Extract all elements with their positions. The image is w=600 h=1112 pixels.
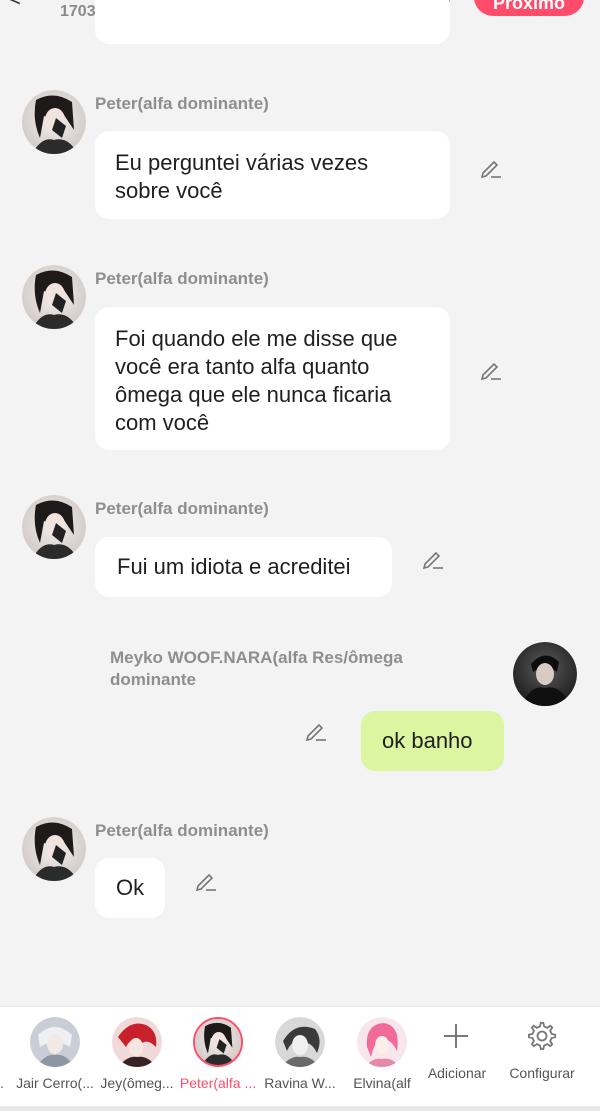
sender-name: Meyko WOOF.NARA(alfa Res/ômega dominante: [110, 647, 403, 691]
gear-icon: [527, 1021, 557, 1050]
pencil-icon[interactable]: [304, 719, 328, 743]
peter-avatar[interactable]: [22, 817, 86, 881]
message-line: Ok: [116, 875, 145, 900]
character-avatar: [193, 1017, 243, 1067]
message-bubble[interactable]: ok banho: [361, 711, 504, 771]
settings-label: Configurar: [509, 1065, 575, 1081]
character-tab[interactable]: Jair Cerro(...: [13, 1007, 97, 1107]
peter-avatar[interactable]: [22, 90, 86, 154]
plus-icon: [444, 1024, 468, 1048]
sender-name: Peter(alfa dominante): [95, 499, 269, 518]
character-avatar: [112, 1017, 162, 1067]
character-tab[interactable]: Elvina(alf: [340, 1007, 424, 1107]
bottom-edge: [0, 1106, 600, 1111]
character-bar: . Jair Cerro(... Jey(ômeg... Peter(alfa …: [0, 1006, 600, 1112]
character-label: Ravina W...: [264, 1075, 336, 1091]
meyko-avatar[interactable]: [513, 642, 577, 706]
message-bubble[interactable]: Eu perguntei várias vezes sobre você: [95, 131, 450, 219]
pencil-icon[interactable]: [479, 358, 503, 382]
message-line: Fui um idiota e acreditei: [117, 554, 351, 579]
character-avatar: [357, 1017, 407, 1067]
message-bubble[interactable]: Foi quando ele me disse que você era tan…: [95, 307, 450, 450]
message-line: com você: [115, 410, 210, 435]
message-bubble[interactable]: Ok: [95, 858, 165, 918]
message-line: ômega que ele nunca ficaria: [115, 382, 392, 407]
sender-name: Peter(alfa dominante): [95, 269, 269, 288]
sender-name: Peter(alfa dominante): [95, 94, 269, 113]
sender-name-line: dominante: [110, 670, 196, 689]
next-button[interactable]: Próximo: [474, 0, 584, 16]
character-label: Peter(alfa ...: [179, 1075, 257, 1091]
character-tab[interactable]: Ravina W...: [258, 1007, 342, 1107]
character-avatar: [275, 1017, 325, 1067]
message-line: você era tanto alfa quanto: [115, 354, 370, 379]
pencil-icon[interactable]: [479, 156, 503, 180]
settings-button[interactable]: Configurar: [500, 1007, 584, 1107]
sender-name: Peter(alfa dominante): [95, 821, 269, 840]
message-line: Eu perguntei várias vezes: [115, 150, 369, 175]
character-tab-active[interactable]: Peter(alfa ...: [176, 1007, 260, 1107]
pencil-icon[interactable]: [194, 869, 218, 893]
message-line: ok banho: [382, 728, 473, 753]
character-avatar: [30, 1017, 80, 1067]
add-label: Adicionar: [427, 1065, 487, 1081]
message-bubble[interactable]: Fui um idiota e acreditei: [95, 537, 392, 597]
character-label: Elvina(alf: [353, 1075, 411, 1091]
pencil-icon[interactable]: [421, 547, 445, 571]
back-arrow-icon[interactable]: <: [8, 0, 21, 12]
add-character-button[interactable]: Adicionar: [415, 1007, 499, 1107]
character-label: Jair Cerro(...: [16, 1075, 94, 1091]
character-tab[interactable]: Jey(ômeg...: [95, 1007, 179, 1107]
message-line: sobre você: [115, 178, 223, 203]
sender-name-line: Meyko WOOF.NARA(alfa Res/ômega: [110, 648, 403, 667]
previous-message-bubble[interactable]: [95, 0, 450, 44]
overflow-indicator: .: [0, 1075, 4, 1091]
peter-avatar[interactable]: [22, 265, 86, 329]
message-line: Foi quando ele me disse que: [115, 326, 398, 351]
character-label: Jey(ômeg...: [100, 1075, 174, 1091]
peter-avatar[interactable]: [22, 495, 86, 559]
